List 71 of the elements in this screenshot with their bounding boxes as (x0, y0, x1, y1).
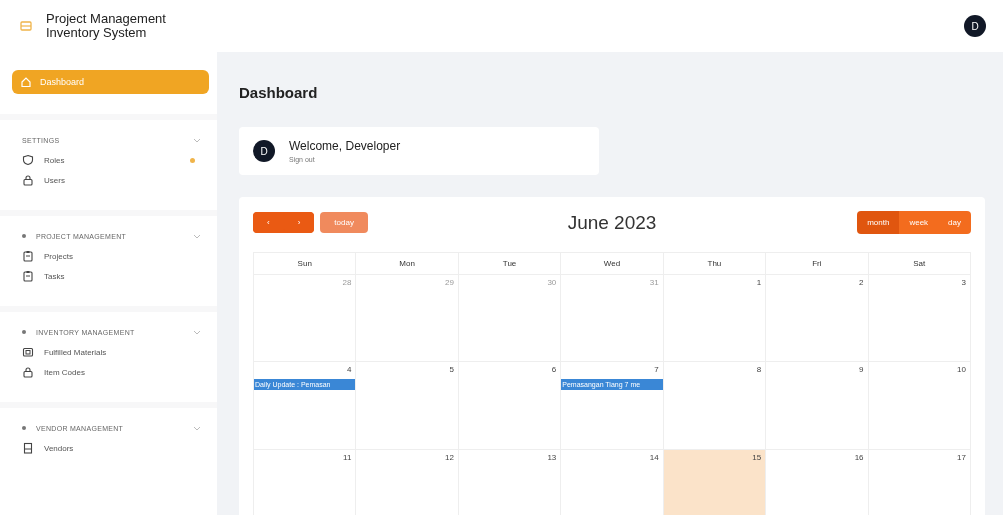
user-avatar: D (253, 140, 275, 162)
day-number: 2 (859, 278, 864, 287)
weekday-header: Sat (868, 253, 971, 275)
sidebar-item[interactable]: Vendors (22, 438, 205, 458)
chevron-icon[interactable] (193, 328, 201, 336)
day-number: 29 (444, 278, 454, 287)
day-number: 30 (547, 278, 557, 287)
clipboard-icon (22, 270, 34, 282)
weekday-header: Fri (766, 253, 869, 275)
chevron-icon[interactable] (193, 232, 201, 240)
day-number: 28 (342, 278, 352, 287)
weekday-header: Tue (458, 253, 562, 275)
chevron-icon[interactable] (193, 136, 201, 144)
day-number: 8 (756, 365, 762, 374)
day-cell[interactable]: 2 (766, 275, 869, 362)
bullet-icon (22, 330, 26, 334)
lock-icon (22, 174, 34, 186)
day-cell[interactable]: 9 (766, 362, 869, 450)
calendar-title: June 2023 (567, 211, 657, 234)
app-title: Project Management Inventory System (46, 12, 167, 40)
bullet-icon (22, 234, 26, 238)
lock-icon (22, 366, 34, 378)
day-number: 1 (756, 278, 762, 287)
day-number: 7 (654, 365, 659, 374)
day-number: 5 (449, 365, 454, 374)
shield-icon (22, 154, 34, 166)
box-icon (22, 346, 34, 358)
day-number: 14 (649, 453, 659, 462)
day-cell[interactable]: 14 (561, 450, 664, 515)
day-number: 13 (547, 453, 557, 462)
view-tab[interactable]: month (857, 211, 900, 234)
home-icon (20, 76, 32, 88)
chevron-icon[interactable] (193, 424, 201, 432)
day-number: 4 (346, 365, 352, 374)
menu-icon[interactable] (20, 21, 32, 31)
day-cell[interactable]: 16 (766, 450, 869, 515)
bullet-icon (22, 426, 26, 430)
day-number: 15 (752, 453, 762, 462)
day-cell[interactable]: 5 (356, 362, 459, 450)
weekday-header: Thu (663, 253, 767, 275)
welcome-text: Welcome, Developer (289, 139, 401, 153)
day-cell[interactable]: 15 (663, 450, 767, 515)
sidebar-item[interactable]: Users (22, 170, 205, 190)
sidebar-item[interactable]: Projects (22, 246, 205, 266)
day-number: 6 (551, 365, 557, 374)
sidebar-item[interactable]: Item Codes (22, 362, 205, 382)
page-title: Dashboard (239, 84, 319, 101)
weekday-header: Mon (356, 253, 459, 275)
day-cell[interactable]: 1 (663, 275, 767, 362)
clipboard-icon (22, 250, 34, 262)
day-cell[interactable]: 13 (458, 450, 562, 515)
day-number: 12 (444, 453, 454, 462)
sidebar-item[interactable]: Tasks (22, 266, 205, 286)
day-cell[interactable]: 17 (868, 450, 971, 515)
day-cell[interactable]: 3 (868, 275, 971, 362)
weekday-header: Sun (254, 253, 357, 275)
day-number: 17 (957, 453, 966, 462)
day-number: 3 (961, 278, 966, 287)
day-cell[interactable]: 12 (356, 450, 459, 515)
day-number: 16 (854, 453, 864, 462)
sidebar-item[interactable]: Roles (22, 150, 205, 170)
sidebar-item[interactable]: Fulfilled Materials (22, 342, 205, 362)
user-avatar[interactable]: D (964, 15, 986, 37)
day-number: 10 (957, 365, 966, 374)
day-cell[interactable]: 10 (868, 362, 971, 450)
day-cell[interactable]: 6 (458, 362, 562, 450)
day-number: 9 (859, 365, 864, 374)
day-number: 11 (343, 453, 352, 462)
weekday-header: Wed (561, 253, 664, 275)
day-number: 31 (649, 278, 659, 287)
day-cell[interactable]: 11 (254, 450, 357, 515)
